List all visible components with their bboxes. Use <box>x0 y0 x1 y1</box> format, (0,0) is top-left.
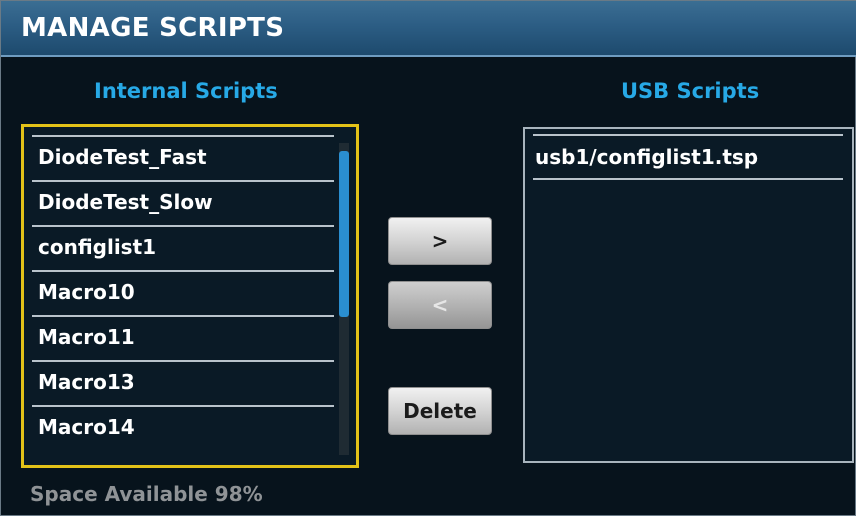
delete-button[interactable]: Delete <box>388 387 492 435</box>
internal-scripts-list[interactable]: DiodeTest_Fast DiodeTest_Slow configlist… <box>21 124 359 468</box>
internal-script-item[interactable]: Macro14 <box>32 405 334 450</box>
copy-to-internal-button[interactable]: < <box>388 281 492 329</box>
copy-to-usb-button[interactable]: > <box>388 217 492 265</box>
internal-script-item[interactable]: Macro13 <box>32 360 334 405</box>
internal-script-item[interactable]: Macro10 <box>32 270 334 315</box>
space-available-status: Space Available 98% <box>30 482 263 506</box>
internal-scripts-heading: Internal Scripts <box>94 79 278 103</box>
internal-script-item[interactable]: Macro11 <box>32 315 334 360</box>
internal-script-item[interactable]: DiodeTest_Fast <box>32 135 334 180</box>
manage-scripts-screen: MANAGE SCRIPTS Internal Scripts USB Scri… <box>0 0 856 516</box>
internal-script-item[interactable]: DiodeTest_Slow <box>32 180 334 225</box>
title-bar: MANAGE SCRIPTS <box>1 1 856 57</box>
internal-list-scrollbar[interactable] <box>339 143 349 455</box>
usb-scripts-items: usb1/configlist1.tsp <box>533 134 843 180</box>
scrollbar-thumb[interactable] <box>339 151 349 317</box>
usb-script-item[interactable]: usb1/configlist1.tsp <box>533 134 843 180</box>
internal-scripts-items: DiodeTest_Fast DiodeTest_Slow configlist… <box>32 135 334 450</box>
page-title: MANAGE SCRIPTS <box>21 13 285 43</box>
usb-scripts-list[interactable]: usb1/configlist1.tsp <box>523 127 854 463</box>
internal-script-item[interactable]: configlist1 <box>32 225 334 270</box>
usb-scripts-heading: USB Scripts <box>621 79 760 103</box>
